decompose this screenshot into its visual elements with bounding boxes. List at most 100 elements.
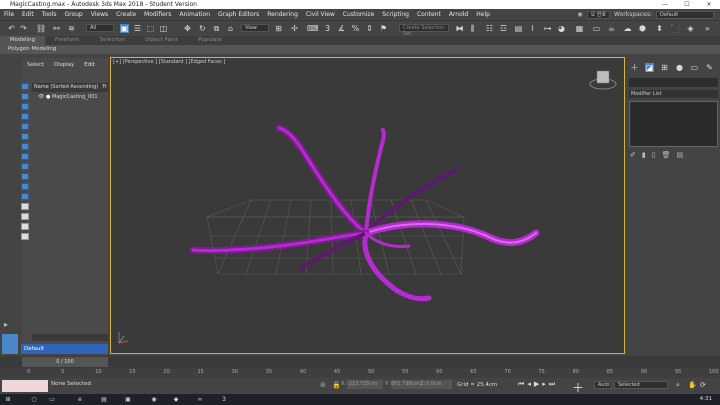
select-by-name-icon[interactable]: ☰ [133, 24, 142, 33]
show-end-result-icon[interactable]: ▮ [642, 151, 646, 159]
time-slider[interactable]: 0 / 100 [22, 357, 108, 367]
scale-icon[interactable]: ⧉ [212, 24, 221, 33]
menu-content[interactable]: Content [413, 11, 445, 18]
viewcube-icon[interactable] [589, 70, 617, 90]
selection-lock-icon[interactable]: 🔒 [332, 381, 341, 389]
undo-icon[interactable]: ↶ [7, 24, 16, 33]
store-icon[interactable]: ▣ [124, 396, 132, 403]
modify-tab-icon[interactable]: ◪ [645, 63, 654, 72]
rotate-icon[interactable]: ↻ [198, 24, 207, 33]
isolate-selection-icon[interactable]: ⊘ [320, 381, 326, 389]
maxscript-listener[interactable] [2, 380, 48, 392]
minimize-button[interactable]: — [654, 0, 676, 9]
reference-coordinate-dropdown[interactable]: View [241, 24, 269, 32]
chrome-icon[interactable]: ◉ [150, 396, 158, 403]
visibility-eye-icon[interactable]: 👁 [38, 94, 44, 100]
visual-studio-icon[interactable]: ∞ [196, 396, 204, 403]
close-button[interactable]: ✕ [698, 0, 720, 9]
link-icon[interactable]: ⛓ [36, 24, 46, 33]
layer-explorer-icon[interactable]: ☷ [485, 24, 494, 33]
filter-spacewarps-icon[interactable] [21, 133, 29, 140]
search-icon[interactable]: ○ [30, 396, 38, 403]
pan-view-icon[interactable]: ✋ [688, 381, 697, 389]
menu-animation[interactable]: Animation [175, 11, 214, 18]
horizontal-scrollbar[interactable] [32, 334, 108, 341]
menu-customize[interactable]: Customize [339, 11, 379, 18]
go-to-start-icon[interactable]: ⏮ [518, 380, 524, 389]
filter-xrefs-icon[interactable] [21, 153, 29, 160]
filter-cameras-icon[interactable] [21, 113, 29, 120]
filter-shapes-icon[interactable] [21, 93, 29, 100]
utilities-tab-icon[interactable]: ✎ [705, 63, 714, 72]
align-icon[interactable]: ⫼ [468, 24, 477, 33]
tab-modeling[interactable]: Modeling [0, 36, 46, 45]
toggle-ribbon-icon[interactable]: ▤ [514, 24, 523, 33]
filter-geometry-icon[interactable] [21, 83, 29, 90]
create-tab-icon[interactable]: ＋ [630, 63, 639, 72]
zoom-extents-icon[interactable]: ⌕ [676, 381, 680, 390]
window-crossing-icon[interactable]: ◫ [159, 24, 168, 33]
tab-populate[interactable]: Populate [188, 36, 232, 45]
select-manipulate-icon[interactable]: ✢ [290, 24, 299, 33]
render-setup-icon[interactable]: ▦ [575, 24, 584, 33]
menu-rendering[interactable]: Rendering [263, 11, 302, 18]
schematic-view-icon[interactable]: ⊶ [543, 24, 552, 33]
rect-selection-icon[interactable]: ⬚ [146, 24, 155, 33]
display-tab-icon[interactable]: ▭ [690, 63, 699, 72]
menu-edit[interactable]: Edit [18, 11, 38, 18]
menu-arnold[interactable]: Arnold [445, 11, 472, 18]
menu-scripting[interactable]: Scripting [378, 11, 413, 18]
configure-modifier-sets-icon[interactable]: ▤ [676, 151, 683, 159]
remove-modifier-icon[interactable]: 🗑 [662, 151, 671, 159]
menu-graph-editors[interactable]: Graph Editors [214, 11, 263, 18]
layer-dropdown[interactable]: Default [21, 344, 108, 354]
filter-helpers-icon[interactable] [21, 123, 29, 130]
menu-help[interactable]: Help [472, 11, 494, 18]
maximize-button[interactable]: ☐ [676, 0, 698, 9]
arnold-render-icon[interactable]: ◈ [686, 24, 695, 33]
filter-containers-icon[interactable] [21, 173, 29, 180]
polygon-modeling-label[interactable]: Polygon Modeling [8, 46, 56, 52]
toolbar-overflow-icon[interactable]: » [703, 24, 712, 33]
workspace-dropdown[interactable]: Default [656, 10, 714, 19]
container-icon[interactable]: ⬛ [670, 24, 680, 33]
display-none-icon[interactable] [21, 213, 29, 220]
edit-named-selection-icon[interactable]: ⚑ [379, 24, 388, 33]
auto-key-button[interactable]: Auto [594, 381, 612, 389]
menu-views[interactable]: Views [87, 11, 112, 18]
render-production-icon[interactable]: ☕ [607, 24, 616, 33]
scene-column-header[interactable]: Name (Sorted Ascending) Fr [32, 83, 108, 92]
render-in-cloud-icon[interactable]: ☁ [623, 24, 632, 33]
z-coordinate-field[interactable]: 0.0cm [426, 380, 452, 389]
scene-tab-display[interactable]: Display [49, 60, 79, 71]
display-invert-icon[interactable] [21, 223, 29, 230]
app-icon[interactable]: ◆ [172, 396, 180, 403]
modifier-list-dropdown[interactable]: Modifier List [629, 90, 718, 98]
perspective-viewport[interactable] [110, 57, 625, 354]
viewport-layout-icon[interactable] [2, 334, 18, 354]
redo-icon[interactable]: ↷ [19, 24, 28, 33]
scene-explorer-icon[interactable]: ☲ [499, 24, 508, 33]
selection-set-dropdown[interactable]: Create Selection Set [399, 24, 449, 37]
menu-file[interactable]: File [0, 11, 18, 18]
user-dropdown[interactable]: 오 한호 [586, 10, 611, 19]
menu-create[interactable]: Create [112, 11, 140, 18]
tab-selection[interactable]: Selection [90, 36, 135, 45]
mirror-icon[interactable]: ⧓ [455, 24, 464, 33]
3dsmax-icon[interactable]: 3 [220, 396, 228, 403]
previous-frame-icon[interactable]: ◂ [527, 380, 531, 389]
viewport-label-menu[interactable]: [+] [Perspective ] [Standard ] [Edged Fa… [113, 59, 225, 65]
angle-snap-icon[interactable]: ∡ [337, 24, 346, 33]
motion-tab-icon[interactable]: ● [675, 63, 684, 72]
menu-civil-view[interactable]: Civil View [302, 11, 339, 18]
curve-editor-icon[interactable]: ⌇ [528, 24, 537, 33]
placement-icon[interactable]: ⌂ [226, 24, 235, 33]
selection-filter-dropdown[interactable]: All [86, 24, 114, 32]
next-frame-icon[interactable]: ▸ [542, 380, 546, 389]
key-filter-dropdown[interactable]: Selected [614, 381, 668, 389]
filter-hidden-icon[interactable] [21, 193, 29, 200]
hierarchy-tab-icon[interactable]: ⊞ [660, 63, 669, 72]
expand-arrow-icon[interactable]: ▸ [4, 320, 14, 330]
select-object-icon[interactable]: ▣ [120, 24, 129, 33]
bind-space-warp-icon[interactable]: ≋ [67, 24, 76, 33]
